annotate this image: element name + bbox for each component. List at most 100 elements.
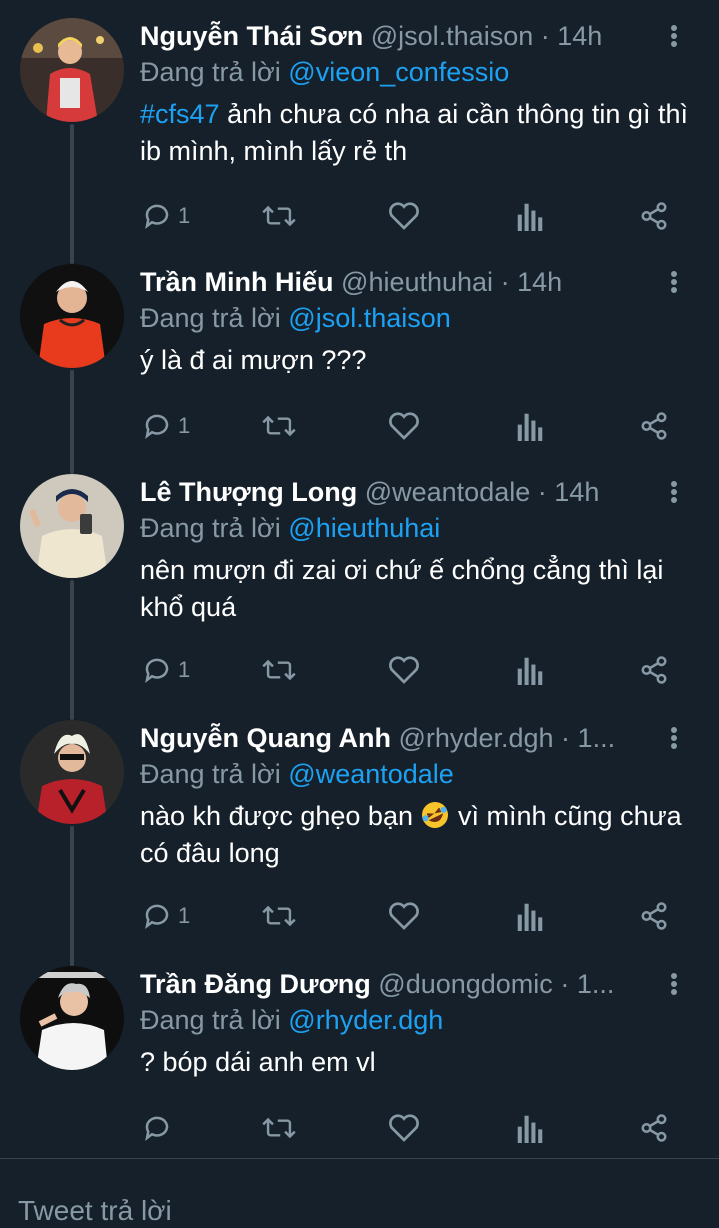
reply-thread: Nguyễn Thái Sơn @jsol.thaison · 14h Đang… [0, 0, 719, 1228]
retweet-icon [262, 205, 296, 227]
tweet-actions: 1 [140, 650, 680, 690]
timestamp[interactable]: 14h [557, 21, 602, 51]
reply-count: 1 [178, 903, 191, 928]
author-name[interactable]: Trần Đăng Dương [140, 969, 371, 999]
retweet-button[interactable] [262, 650, 296, 690]
replying-to-mention[interactable]: @weantodale [288, 759, 454, 789]
replying-to: Đang trả lời @weantodale [140, 756, 689, 792]
more-icon[interactable] [659, 966, 689, 1002]
tweet-text: ý là đ ai mượn ??? [140, 345, 367, 375]
author-handle[interactable]: @weantodale [365, 477, 531, 507]
analytics-button[interactable] [516, 896, 544, 936]
reply-button[interactable]: 1 [142, 650, 190, 690]
hashtag-link[interactable]: #cfs47 [140, 99, 220, 129]
replying-to: Đang trả lời @hieuthuhai [140, 510, 689, 546]
reply-icon [145, 414, 169, 439]
tweet-text-body: ảnh chưa có nha ai cần thông tin gì thì … [140, 99, 688, 166]
tweet-actions [140, 1108, 680, 1148]
retweet-icon [262, 415, 296, 437]
author-name[interactable]: Lê Thượng Long [140, 477, 357, 507]
reply-button[interactable]: 1 [142, 406, 190, 446]
separator-dot: · [560, 969, 570, 999]
thread-line [70, 124, 74, 264]
reply-count: 1 [178, 203, 191, 228]
thread-line [70, 826, 74, 966]
avatar[interactable] [20, 264, 124, 368]
reply-icon [145, 204, 169, 229]
thread-line [70, 580, 74, 720]
analytics-icon [517, 657, 543, 685]
reply-button[interactable] [142, 1108, 178, 1148]
retweet-button[interactable] [262, 406, 296, 446]
like-icon [389, 202, 419, 230]
reply-icon [145, 904, 169, 929]
author-name[interactable]: Nguyễn Quang Anh [140, 723, 391, 753]
timestamp[interactable]: 14h [554, 477, 599, 507]
like-button[interactable] [388, 896, 420, 936]
like-button[interactable] [388, 406, 420, 446]
analytics-icon [517, 203, 543, 231]
share-button[interactable] [638, 1108, 670, 1148]
retweet-button[interactable] [262, 896, 296, 936]
retweet-button[interactable] [262, 196, 296, 236]
reply-compose-bar[interactable]: Tweet trả lời [0, 1158, 719, 1228]
separator-dot: · [500, 267, 510, 297]
like-button[interactable] [388, 196, 420, 236]
author-handle[interactable]: @rhyder.dgh [399, 723, 554, 753]
analytics-button[interactable] [516, 650, 544, 690]
reply-icon [145, 658, 169, 683]
retweet-icon [262, 905, 296, 927]
author-name[interactable]: Trần Minh Hiếu [140, 267, 334, 297]
like-icon [389, 656, 419, 684]
share-button[interactable] [638, 650, 670, 690]
replying-to-label: Đang trả lời [140, 513, 281, 543]
reply-compose-placeholder[interactable]: Tweet trả lời [18, 1195, 172, 1227]
author-handle[interactable]: @duongdomic [378, 969, 553, 999]
reply-count: 1 [178, 657, 191, 682]
replying-to-mention[interactable]: @jsol.thaison [288, 303, 451, 333]
more-icon[interactable] [659, 18, 689, 54]
avatar[interactable] [20, 720, 124, 824]
analytics-button[interactable] [516, 1108, 544, 1148]
share-button[interactable] [638, 406, 670, 446]
share-button[interactable] [638, 896, 670, 936]
replying-to-label: Đang trả lời [140, 1005, 281, 1035]
timestamp[interactable]: 14h [517, 267, 562, 297]
replying-to-mention[interactable]: @rhyder.dgh [288, 1005, 443, 1035]
author-handle[interactable]: @hieuthuhai [341, 267, 493, 297]
tweet-actions: 1 [140, 196, 680, 236]
analytics-button[interactable] [516, 196, 544, 236]
tweet-text: #cfs47 ảnh chưa có nha ai cần thông tin … [140, 96, 689, 170]
replying-to-mention[interactable]: @vieon_confessio [288, 57, 509, 87]
like-button[interactable] [388, 1108, 420, 1148]
author-handle[interactable]: @jsol.thaison [371, 21, 534, 51]
replying-to-mention[interactable]: @hieuthuhai [288, 513, 440, 543]
tweet-text: nên mượn đi zai ơi chứ ế chổng cẳng thì … [140, 555, 664, 622]
analytics-icon [517, 413, 543, 441]
like-button[interactable] [388, 650, 420, 690]
share-icon [641, 902, 667, 930]
avatar[interactable] [20, 966, 124, 1070]
more-icon[interactable] [659, 474, 689, 510]
retweet-button[interactable] [262, 1108, 296, 1148]
avatar[interactable] [20, 18, 124, 122]
replying-to: Đang trả lời @vieon_confessio [140, 54, 689, 90]
avatar[interactable] [20, 474, 124, 578]
author-name[interactable]: Nguyễn Thái Sơn [140, 21, 363, 51]
share-icon [641, 202, 667, 230]
retweet-icon [262, 1117, 296, 1139]
reply-button[interactable]: 1 [142, 896, 190, 936]
analytics-icon [517, 1115, 543, 1143]
reply-icon [145, 1116, 169, 1141]
timestamp[interactable]: 1... [578, 723, 616, 753]
more-icon[interactable] [659, 720, 689, 756]
separator-dot: · [537, 477, 547, 507]
analytics-button[interactable] [516, 406, 544, 446]
reply-button[interactable]: 1 [142, 196, 190, 236]
like-icon [389, 412, 419, 440]
more-icon[interactable] [659, 264, 689, 300]
share-button[interactable] [638, 196, 670, 236]
tweet-actions: 1 [140, 896, 680, 936]
timestamp[interactable]: 1... [577, 969, 615, 999]
share-icon [641, 656, 667, 684]
